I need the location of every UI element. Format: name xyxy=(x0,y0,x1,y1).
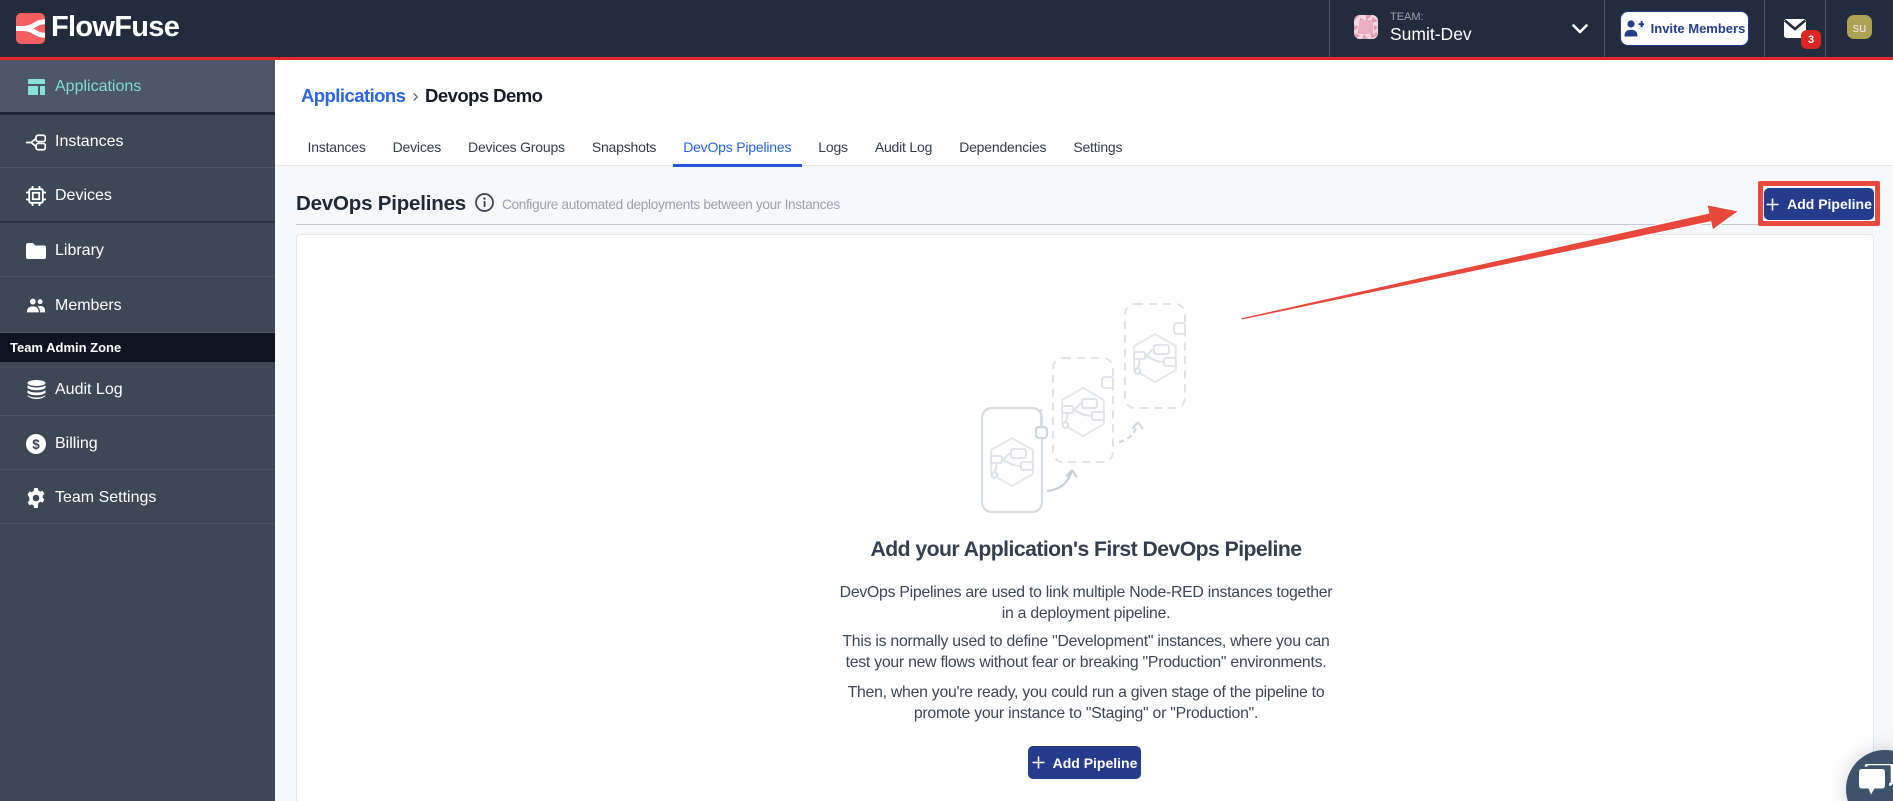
svg-text:$: $ xyxy=(32,437,40,452)
